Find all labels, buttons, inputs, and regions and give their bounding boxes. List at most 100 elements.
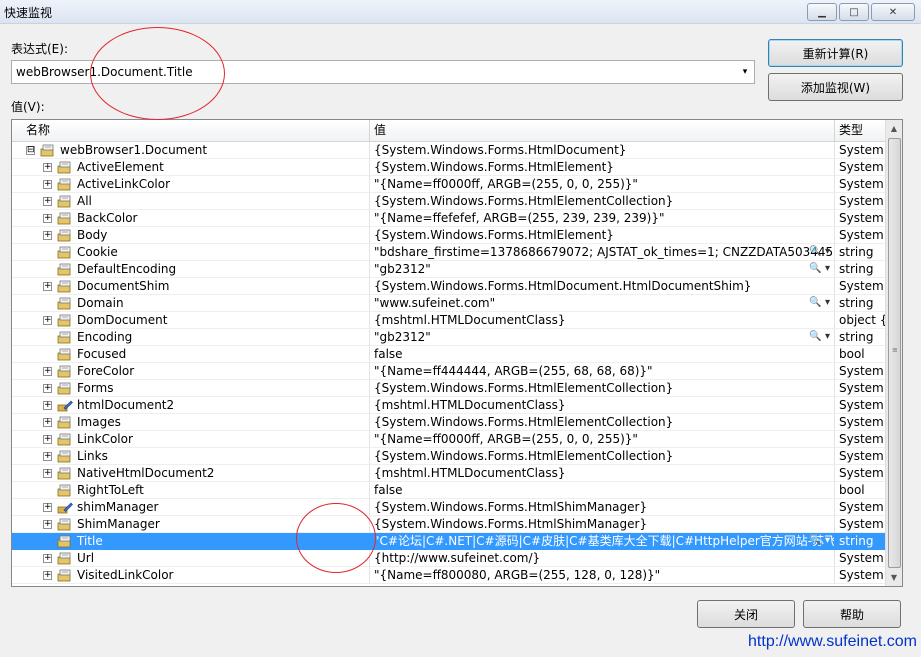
name-cell[interactable]: + Images	[12, 414, 370, 431]
recalculate-button[interactable]: 重新计算(R)	[768, 39, 903, 67]
scroll-up-icon[interactable]: ▲	[886, 120, 902, 137]
visualizer-icon[interactable]: 🔍 ▾	[809, 533, 830, 549]
table-row[interactable]: + Forms {System.Windows.Forms.HtmlElementC…	[12, 380, 886, 397]
expand-icon[interactable]: +	[43, 401, 52, 410]
name-cell[interactable]: Cookie	[12, 244, 370, 261]
value-cell[interactable]: {System.Windows.Forms.HtmlElementCollect…	[370, 448, 835, 465]
expand-icon[interactable]: +	[43, 384, 52, 393]
column-header-type[interactable]: 类型	[835, 120, 886, 142]
value-cell[interactable]: {System.Windows.Forms.HtmlElement}	[370, 227, 835, 244]
value-cell[interactable]: {System.Windows.Forms.HtmlShimManager}	[370, 516, 835, 533]
expand-icon[interactable]: +	[43, 214, 52, 223]
name-cell[interactable]: + ActiveElement	[12, 159, 370, 176]
table-row[interactable]: + shimManager {System.Windows.Forms.HtmlSh…	[12, 499, 886, 516]
collapse-icon[interactable]: ⊟	[26, 146, 35, 155]
name-cell[interactable]: RightToLeft	[12, 482, 370, 499]
value-cell[interactable]: {mshtml.HTMLDocumentClass}	[370, 465, 835, 482]
expand-icon[interactable]: +	[43, 418, 52, 427]
close-button[interactable]: 关闭	[697, 600, 795, 628]
chevron-down-icon[interactable]: ▾	[738, 64, 752, 80]
value-cell[interactable]: "{Name=ff0000ff, ARGB=(255, 0, 0, 255)}"	[370, 176, 835, 193]
expand-icon[interactable]: +	[43, 367, 52, 376]
expand-icon[interactable]: +	[43, 435, 52, 444]
expand-icon[interactable]: +	[43, 520, 52, 529]
name-cell[interactable]: Focused	[12, 346, 370, 363]
name-cell[interactable]: + htmlDocument2	[12, 397, 370, 414]
name-cell[interactable]: + DocumentShim	[12, 278, 370, 295]
table-row[interactable]: + Links {System.Windows.Forms.HtmlElementC…	[12, 448, 886, 465]
name-cell[interactable]: + ForeColor	[12, 363, 370, 380]
value-cell[interactable]: "C#论坛|C#.NET|C#源码|C#皮肤|C#基类库大全下载|C#HttpH…	[370, 533, 835, 550]
expand-icon[interactable]: +	[43, 197, 52, 206]
value-cell[interactable]: {System.Windows.Forms.HtmlElementCollect…	[370, 414, 835, 431]
expand-icon[interactable]: +	[43, 452, 52, 461]
column-header-name[interactable]: 名称	[12, 120, 370, 142]
close-window-button[interactable]: ✕	[871, 3, 915, 21]
table-row[interactable]: + DocumentShim {System.Windows.Forms.HtmlD…	[12, 278, 886, 295]
name-cell[interactable]: Domain	[12, 295, 370, 312]
name-cell[interactable]: Encoding	[12, 329, 370, 346]
maximize-button[interactable]: □	[839, 3, 869, 21]
table-row[interactable]: Encoding "gb2312" 🔍 ▾ string	[12, 329, 886, 346]
table-row[interactable]: RightToLeft false bool	[12, 482, 886, 499]
expand-icon[interactable]: +	[43, 503, 52, 512]
value-cell[interactable]: {System.Windows.Forms.HtmlShimManager}	[370, 499, 835, 516]
table-row[interactable]: + LinkColor "{Name=ff0000ff, ARGB=(255, 0,…	[12, 431, 886, 448]
table-row[interactable]: + All {System.Windows.Forms.HtmlElementCol…	[12, 193, 886, 210]
value-cell[interactable]: "bdshare_firstime=1378686679072; AJSTAT_…	[370, 244, 835, 261]
table-row[interactable]: Focused false bool	[12, 346, 886, 363]
expand-icon[interactable]: +	[43, 163, 52, 172]
visualizer-icon[interactable]: 🔍 ▾	[809, 329, 830, 345]
expand-icon[interactable]: +	[43, 554, 52, 563]
expand-icon[interactable]: +	[43, 316, 52, 325]
value-cell[interactable]: {mshtml.HTMLDocumentClass}	[370, 312, 835, 329]
name-cell[interactable]: + LinkColor	[12, 431, 370, 448]
value-cell[interactable]: {System.Windows.Forms.HtmlDocument}	[370, 142, 835, 159]
name-cell[interactable]: + BackColor	[12, 210, 370, 227]
table-row[interactable]: + VisitedLinkColor "{Name=ff800080, ARGB=(…	[12, 567, 886, 584]
table-row[interactable]: ⊟ webBrowser1.Document {System.Windows.For…	[12, 142, 886, 159]
expand-icon[interactable]: +	[43, 469, 52, 478]
column-header-value[interactable]: 值	[370, 120, 835, 142]
visualizer-icon[interactable]: 🔍 ▾	[809, 244, 830, 260]
table-row[interactable]: + ShimManager {System.Windows.Forms.HtmlSh…	[12, 516, 886, 533]
table-row[interactable]: + Images {System.Windows.Forms.HtmlElement…	[12, 414, 886, 431]
minimize-button[interactable]: ▁	[807, 3, 837, 21]
table-row[interactable]: Domain "www.sufeinet.com" 🔍 ▾ string	[12, 295, 886, 312]
scroll-down-icon[interactable]: ▼	[886, 569, 902, 586]
table-row[interactable]: + Body {System.Windows.Forms.HtmlElement} S…	[12, 227, 886, 244]
value-cell[interactable]: "{Name=ff0000ff, ARGB=(255, 0, 0, 255)}"	[370, 431, 835, 448]
name-cell[interactable]: + Forms	[12, 380, 370, 397]
expand-icon[interactable]: +	[43, 282, 52, 291]
value-cell[interactable]: false	[370, 482, 835, 499]
name-cell[interactable]: + ActiveLinkColor	[12, 176, 370, 193]
table-row[interactable]: Cookie "bdshare_firstime=1378686679072; A…	[12, 244, 886, 261]
value-cell[interactable]: {System.Windows.Forms.HtmlElementCollect…	[370, 193, 835, 210]
table-row-selected[interactable]: Title "C#论坛|C#.NET|C#源码|C#皮肤|C#基类库大全下载|C#…	[12, 533, 886, 550]
visualizer-icon[interactable]: 🔍 ▾	[809, 261, 830, 277]
scroll-thumb[interactable]: ≡	[888, 138, 901, 568]
value-cell[interactable]: false	[370, 346, 835, 363]
table-row[interactable]: + NativeHtmlDocument2 {mshtml.HTMLDocument…	[12, 465, 886, 482]
value-cell[interactable]: "{Name=ffefefef, ARGB=(255, 239, 239, 23…	[370, 210, 835, 227]
vertical-scrollbar[interactable]: ▲ ≡ ▼	[885, 120, 902, 586]
value-cell[interactable]: "gb2312" 🔍 ▾	[370, 261, 835, 278]
name-cell[interactable]: + All	[12, 193, 370, 210]
expand-icon[interactable]: +	[43, 231, 52, 240]
name-cell[interactable]: DefaultEncoding	[12, 261, 370, 278]
value-cell[interactable]: {System.Windows.Forms.HtmlDocument.HtmlD…	[370, 278, 835, 295]
value-cell[interactable]: {System.Windows.Forms.HtmlElement}	[370, 159, 835, 176]
name-cell[interactable]: + Links	[12, 448, 370, 465]
name-cell[interactable]: + DomDocument	[12, 312, 370, 329]
table-row[interactable]: + DomDocument {mshtml.HTMLDocumentClass} ob…	[12, 312, 886, 329]
value-cell[interactable]: "{Name=ff800080, ARGB=(255, 128, 0, 128)…	[370, 567, 835, 584]
table-row[interactable]: + htmlDocument2 {mshtml.HTMLDocumentClass}…	[12, 397, 886, 414]
value-cell[interactable]: {mshtml.HTMLDocumentClass}	[370, 397, 835, 414]
value-cell[interactable]: {http://www.sufeinet.com/}	[370, 550, 835, 567]
value-cell[interactable]: "{Name=ff444444, ARGB=(255, 68, 68, 68)}…	[370, 363, 835, 380]
visualizer-icon[interactable]: 🔍 ▾	[809, 295, 830, 311]
table-row[interactable]: + ActiveElement {System.Windows.Forms.Html…	[12, 159, 886, 176]
table-row[interactable]: DefaultEncoding "gb2312" 🔍 ▾ string	[12, 261, 886, 278]
help-button[interactable]: 帮助	[803, 600, 901, 628]
name-cell[interactable]: + VisitedLinkColor	[12, 567, 370, 584]
